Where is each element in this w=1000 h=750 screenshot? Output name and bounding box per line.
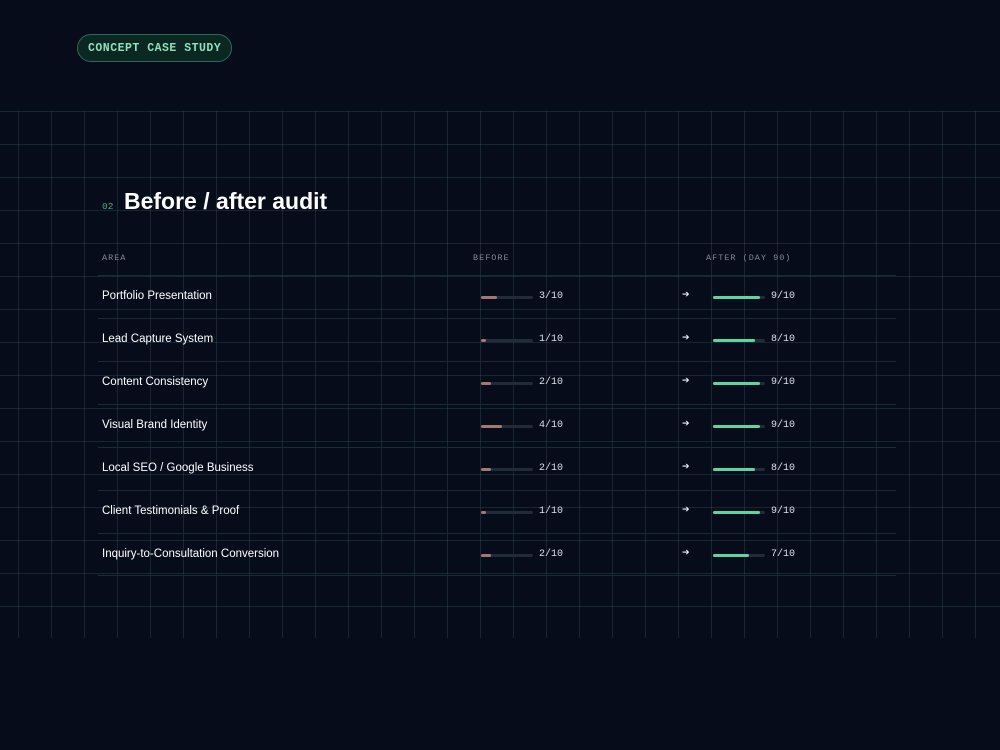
before-score: 2/10 (539, 377, 564, 388)
audit-row: Content Consistency 2/10 ➔ 9/10 (98, 362, 896, 405)
after-score: 9/10 (771, 291, 796, 302)
before-score-bar (481, 425, 533, 428)
after-score: 8/10 (771, 334, 796, 345)
area-label: Local SEO / Google Business (102, 462, 254, 474)
before-score-bar (481, 554, 533, 557)
after-score-bar (713, 468, 765, 471)
before-score: 2/10 (539, 549, 564, 560)
section-title: Before / after audit (124, 188, 328, 214)
after-score-fill (713, 296, 760, 299)
after-score: 8/10 (771, 463, 796, 474)
after-score-fill (713, 511, 760, 514)
before-score-fill (481, 382, 492, 385)
after-score-bar (713, 554, 765, 557)
before-score-bar (481, 339, 533, 342)
audit-row: Client Testimonials & Proof 1/10 ➔ 9/10 (98, 491, 896, 534)
area-label: Inquiry-to-Consultation Conversion (102, 548, 280, 560)
after-score-bar (713, 296, 765, 299)
arrow-right-icon: ➔ (682, 418, 690, 428)
after-score-bar (713, 511, 765, 514)
after-score-fill (713, 468, 755, 471)
arrow-right-icon: ➔ (682, 332, 690, 342)
before-score: 3/10 (539, 291, 564, 302)
audit-row: Local SEO / Google Business 2/10 ➔ 8/10 (98, 448, 896, 491)
before-score: 1/10 (539, 334, 564, 345)
column-header-after: AFTER (DAY 90) (706, 253, 792, 263)
before-score-fill (481, 339, 487, 342)
audit-row: Inquiry-to-Consultation Conversion 2/10 … (98, 534, 896, 576)
audit-row: Lead Capture System 1/10 ➔ 8/10 (98, 319, 896, 362)
audit-row: Visual Brand Identity 4/10 ➔ 9/10 (98, 405, 896, 448)
arrow-right-icon: ➔ (682, 461, 690, 471)
arrow-right-icon: ➔ (682, 289, 690, 299)
audit-row: Portfolio Presentation 3/10 ➔ 9/10 (98, 276, 896, 319)
column-header-before: BEFORE (473, 253, 510, 263)
before-score: 1/10 (539, 506, 564, 517)
after-score-fill (713, 425, 760, 428)
arrow-right-icon: ➔ (682, 375, 690, 385)
after-score: 9/10 (771, 377, 796, 388)
concept-case-study-badge: CONCEPT CASE STUDY (77, 34, 233, 62)
before-score-fill (481, 296, 497, 299)
before-score-bar (481, 296, 533, 299)
before-score-fill (481, 468, 492, 471)
before-score-bar (481, 511, 533, 514)
audit-table: Portfolio Presentation 3/10 ➔ 9/10 Lead … (98, 275, 896, 576)
section-number: 02 (102, 201, 114, 212)
after-score-bar (713, 339, 765, 342)
area-label: Lead Capture System (102, 333, 214, 345)
after-score-bar (713, 382, 765, 385)
before-score-bar (481, 468, 533, 471)
after-score-fill (713, 339, 755, 342)
after-score: 9/10 (771, 420, 796, 431)
after-score: 9/10 (771, 506, 796, 517)
after-score-fill (713, 554, 750, 557)
area-label: Visual Brand Identity (102, 419, 208, 431)
area-label: Portfolio Presentation (102, 290, 212, 302)
arrow-right-icon: ➔ (682, 547, 690, 557)
column-header-area: AREA (102, 253, 127, 263)
before-score-bar (481, 382, 533, 385)
before-score-fill (481, 554, 492, 557)
before-score: 2/10 (539, 463, 564, 474)
after-score-bar (713, 425, 765, 428)
after-score: 7/10 (771, 549, 796, 560)
before-score: 4/10 (539, 420, 564, 431)
area-label: Content Consistency (102, 376, 209, 388)
before-score-fill (481, 511, 487, 514)
area-label: Client Testimonials & Proof (102, 505, 240, 517)
after-score-fill (713, 382, 760, 385)
before-score-fill (481, 425, 502, 428)
arrow-right-icon: ➔ (682, 504, 690, 514)
